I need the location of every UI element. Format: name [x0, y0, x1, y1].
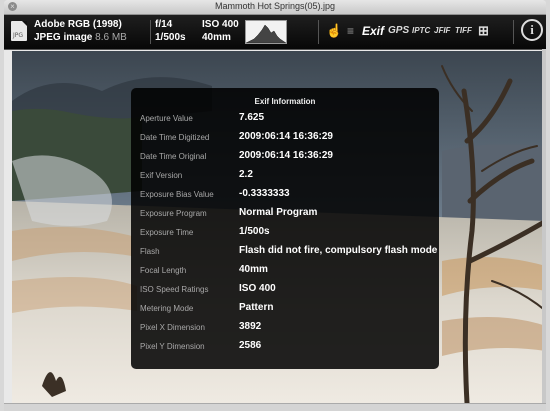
tab-iptc[interactable]: IPTC — [412, 22, 430, 40]
exif-value: 2009:06:14 16:36:29 — [239, 150, 333, 161]
exposure-info: f/14 1/500s — [155, 18, 186, 44]
file-info: Adobe RGB (1998) JPEG image 8.6 MB — [34, 18, 127, 44]
exif-key: Pixel Y Dimension — [140, 342, 205, 351]
window-title: Mammoth Hot Springs(05).jpg — [214, 1, 336, 11]
exif-row: Pixel Y Dimension 2586 — [140, 338, 432, 356]
aperture-value: f/14 — [155, 19, 173, 30]
vertical-scrollbar[interactable] — [542, 49, 546, 407]
panel-title: Exif Information — [254, 97, 316, 106]
exif-row: Exposure Time 1/500s — [140, 224, 432, 242]
histogram-graph — [246, 24, 286, 43]
exif-row: ISO Speed Ratings ISO 400 — [140, 281, 432, 299]
exif-value: 2009:06:14 16:36:29 — [239, 131, 333, 142]
exif-value: -0.3333333 — [239, 188, 290, 199]
exif-key: Pixel X Dimension — [140, 323, 205, 332]
exif-key: Flash — [140, 247, 160, 256]
bottom-edge — [4, 403, 546, 411]
exif-value: Pattern — [239, 302, 274, 313]
exif-key: Exif Version — [140, 171, 183, 180]
jpeg-file-icon: JPG — [11, 21, 27, 41]
histogram[interactable] — [245, 20, 287, 44]
shutter-value: 1/500s — [155, 32, 186, 43]
exif-value: ISO 400 — [239, 283, 276, 294]
tab-exif[interactable]: Exif — [362, 22, 384, 40]
exif-value: Normal Program — [239, 207, 318, 218]
photo-view[interactable]: Exif Information Aperture Value 7.625 Dat… — [12, 51, 546, 403]
app-window: × Mammoth Hot Springs(05).jpg JPG Adobe … — [4, 0, 546, 411]
exif-row: Aperture Value 7.625 — [140, 110, 432, 128]
title-bar: × Mammoth Hot Springs(05).jpg — [4, 0, 546, 15]
exif-key: Focal Length — [140, 266, 187, 275]
exif-row: Flash Flash did not fire, compulsory flas… — [140, 243, 437, 261]
exif-row: Exif Version 2.2 — [140, 167, 432, 185]
focal-value: 40mm — [202, 32, 231, 43]
exif-row: Focal Length 40mm — [140, 262, 432, 280]
iso-value: ISO 400 — [202, 19, 239, 30]
exif-key: ISO Speed Ratings — [140, 285, 209, 294]
exif-row: Date Time Original 2009:06:14 16:36:29 — [140, 148, 432, 166]
exif-info-panel: Exif Information Aperture Value 7.625 Dat… — [131, 88, 439, 369]
exif-row: Exposure Program Normal Program — [140, 205, 432, 223]
grid-icon[interactable]: ⊞ — [478, 22, 489, 40]
exif-row: Date Time Digitized 2009:06:14 16:36:29 — [140, 129, 432, 147]
toolbar: JPG Adobe RGB (1998) JPEG image 8.6 MB f… — [4, 15, 546, 50]
tab-tiff[interactable]: TIFF — [455, 22, 472, 40]
exif-row: Metering Mode Pattern — [140, 300, 432, 318]
exif-row: Exposure Bias Value -0.3333333 — [140, 186, 432, 204]
exif-row: Pixel X Dimension 3892 — [140, 319, 432, 337]
exif-value: 2.2 — [239, 169, 253, 180]
exif-value: 3892 — [239, 321, 262, 332]
toolbar-divider — [513, 20, 514, 44]
info-button[interactable]: i — [521, 19, 543, 41]
exif-key: Metering Mode — [140, 304, 194, 313]
exif-value: 40mm — [239, 264, 268, 275]
exif-value: 1/500s — [239, 226, 270, 237]
tab-jfif[interactable]: JFIF — [434, 22, 450, 40]
exif-key: Exposure Bias Value — [140, 190, 214, 199]
exif-key: Date Time Digitized — [140, 133, 210, 142]
exif-key: Date Time Original — [140, 152, 207, 161]
exif-key: Exposure Program — [140, 209, 207, 218]
exif-value: 2586 — [239, 340, 262, 351]
file-size: 8.6 MB — [95, 32, 127, 43]
exif-key: Aperture Value — [140, 114, 193, 123]
exif-key: Exposure Time — [140, 228, 194, 237]
file-format: JPEG image — [34, 32, 93, 43]
exif-value: Flash did not fire, compulsory flash mod… — [239, 245, 438, 256]
color-profile: Adobe RGB (1998) — [34, 19, 122, 30]
info-icon: i — [530, 22, 534, 37]
tab-gps[interactable]: GPS — [388, 22, 409, 40]
toolbar-divider — [318, 20, 319, 44]
toolbar-divider — [150, 20, 151, 44]
list-icon[interactable]: ≡ — [347, 22, 354, 40]
hand-icon[interactable]: ☝ — [326, 22, 342, 40]
iso-info: ISO 400 40mm — [202, 18, 239, 44]
exif-value: 7.625 — [239, 112, 265, 123]
file-icon-label: JPG — [13, 32, 24, 39]
